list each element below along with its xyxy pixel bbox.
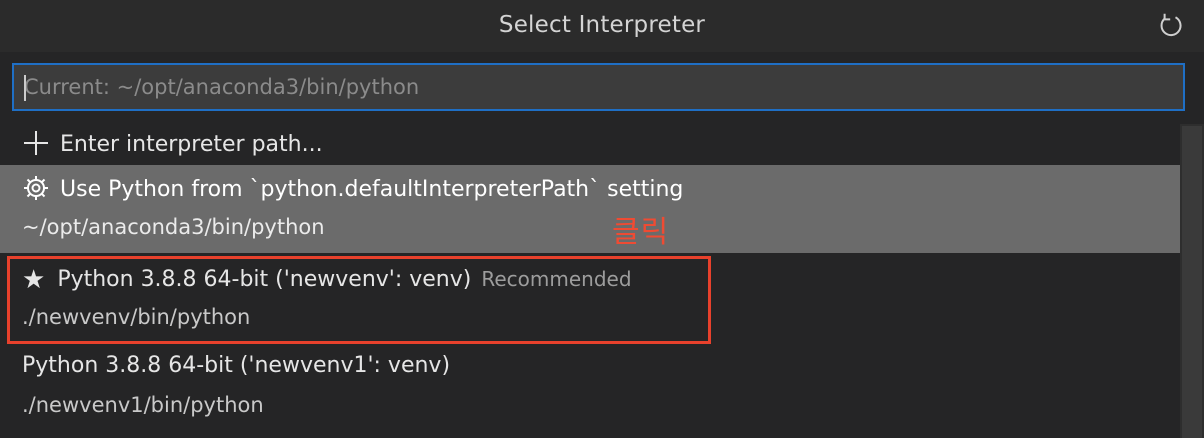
quick-pick-titlebar: Select Interpreter bbox=[0, 0, 1204, 52]
interpreter-quick-pick: Select Interpreter Enter interpreter pat… bbox=[0, 0, 1204, 438]
list-item-enter-path[interactable]: Enter interpreter path... bbox=[0, 124, 1180, 164]
list-item-label: Python 3.8.8 64-bit ('newvenv1': venv) bbox=[22, 353, 451, 378]
list-item-newvenv1[interactable]: Python 3.8.8 64-bit ('newvenv1': venv) .… bbox=[0, 341, 1180, 431]
interpreter-search-box[interactable] bbox=[12, 63, 1185, 111]
quick-pick-title: Select Interpreter bbox=[498, 12, 706, 38]
list-item-label: Use Python from `python.defaultInterpret… bbox=[60, 177, 684, 202]
plus-icon bbox=[22, 130, 50, 156]
list-item-detail: ~/opt/anaconda3/bin/python bbox=[22, 215, 325, 239]
text-caret bbox=[24, 75, 26, 101]
refresh-icon[interactable] bbox=[1156, 11, 1186, 41]
gear-icon bbox=[22, 175, 50, 201]
list-item-default-path-setting[interactable]: Use Python from `python.defaultInterpret… bbox=[0, 165, 1180, 253]
annotation-click-label: 클릭 bbox=[612, 215, 670, 250]
list-item-detail: ./newvenv1/bin/python bbox=[22, 393, 264, 417]
list-scrollbar-thumb[interactable] bbox=[1182, 126, 1202, 438]
list-item-label: Enter interpreter path... bbox=[60, 132, 323, 157]
interpreter-search-input[interactable] bbox=[14, 65, 1183, 109]
annotation-highlight-box bbox=[7, 256, 711, 344]
